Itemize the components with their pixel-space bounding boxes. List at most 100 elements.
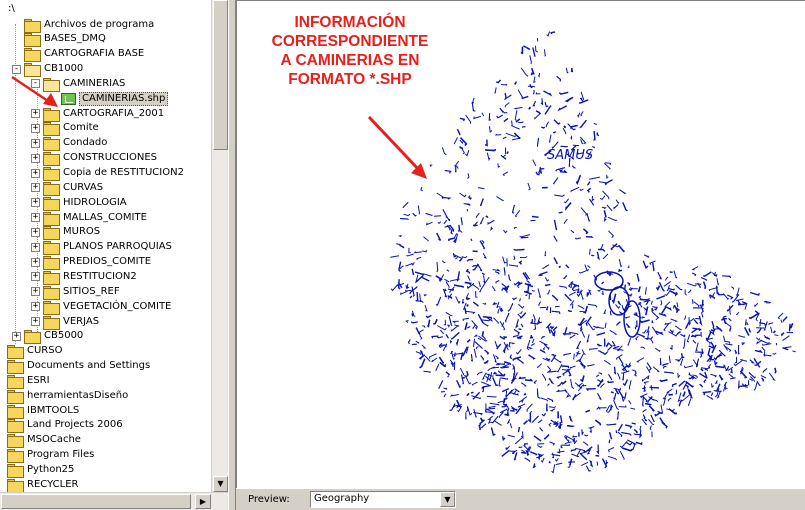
road-segment xyxy=(540,98,544,106)
tree-horizontal-scroll-thumb[interactable] xyxy=(1,494,191,509)
expand-plus-icon[interactable]: + xyxy=(31,272,40,282)
tree-item[interactable]: + VERJAS xyxy=(31,314,101,330)
expand-plus-icon[interactable]: + xyxy=(31,302,40,312)
road-segment xyxy=(568,461,575,463)
expand-plus-icon[interactable]: + xyxy=(31,227,40,237)
expand-plus-icon[interactable]: + xyxy=(31,317,40,326)
expand-plus-icon[interactable]: + xyxy=(31,257,40,267)
expand-plus-icon[interactable]: + xyxy=(31,242,40,252)
expand-plus-icon[interactable]: + xyxy=(31,123,40,133)
tree-item[interactable]: + PLANOS PARROQUIAS xyxy=(31,240,174,256)
road-segment xyxy=(486,395,497,398)
road-segment xyxy=(513,328,521,335)
tree-item[interactable]: IBMTOOLS xyxy=(7,403,81,419)
road-segment xyxy=(478,187,485,190)
tree-item[interactable]: Program Files xyxy=(7,448,96,464)
road-segment xyxy=(581,461,589,466)
road-segment xyxy=(429,353,437,359)
scroll-right-arrow-icon[interactable]: ▶ xyxy=(195,494,211,509)
tree-item[interactable]: - CAMINERIAS xyxy=(31,76,127,92)
tree-item[interactable]: + SITIOS_REF xyxy=(31,284,122,300)
collapse-minus-icon[interactable]: - xyxy=(12,64,21,74)
tree-vertical-scroll-thumb[interactable] xyxy=(213,0,228,150)
tree-item[interactable]: + CARTOGRAFIA_2001 xyxy=(31,106,166,122)
scroll-down-arrow-icon[interactable]: ▼ xyxy=(213,476,228,492)
tree-item-label: CB5000 xyxy=(44,330,84,342)
road-segment xyxy=(408,339,411,345)
tree-item[interactable]: + HIDROLOGIA xyxy=(31,195,129,211)
tree-item[interactable]: + RESTITUCION2 xyxy=(31,269,139,285)
tree-item[interactable]: - CB1000 xyxy=(12,62,85,78)
expand-plus-icon[interactable]: + xyxy=(31,109,40,119)
expand-plus-icon[interactable]: + xyxy=(31,168,40,178)
road-segment xyxy=(763,351,766,357)
road-segment xyxy=(601,281,605,285)
tree-item[interactable]: + MALLAS_COMITE xyxy=(31,210,149,226)
tree-item[interactable]: BASES_DMQ xyxy=(24,32,108,48)
tree-item[interactable]: + Comite xyxy=(31,121,101,137)
road-segment xyxy=(640,346,646,349)
tree-horizontal-scrollbar[interactable]: ▶ xyxy=(0,492,228,510)
tree-item[interactable]: + CB5000 xyxy=(12,329,85,345)
tree-item[interactable]: + MUROS xyxy=(31,225,102,241)
expand-plus-icon[interactable]: + xyxy=(31,183,40,193)
annotation-line-2: CORRESPONDIENTE xyxy=(271,33,429,50)
tree-item[interactable]: + PREDIOS_COMITE xyxy=(31,255,153,271)
tree-item-label: CONSTRUCCIONES xyxy=(63,152,157,164)
tree-item[interactable]: + Copia de RESTITUCION2 xyxy=(31,166,186,181)
tree-item[interactable]: + Condado xyxy=(31,136,109,152)
road-segment xyxy=(520,236,529,239)
road-segment xyxy=(636,273,640,283)
preview-type-value: Geography xyxy=(314,493,370,504)
tree-item[interactable]: herramientasDiseño xyxy=(7,388,130,404)
tree-item[interactable]: ESRI xyxy=(7,373,52,389)
expand-plus-icon[interactable]: + xyxy=(31,198,40,208)
pane-splitter[interactable] xyxy=(228,0,236,510)
tree-vertical-scrollbar[interactable]: ▼ xyxy=(211,0,228,492)
tree-item[interactable]: MSOCache xyxy=(7,433,83,449)
expand-plus-icon[interactable]: + xyxy=(31,153,40,163)
tree-item[interactable]: + CURVAS xyxy=(31,180,105,196)
tree-item[interactable]: CURSO xyxy=(7,344,64,360)
road-segment xyxy=(780,319,783,323)
road-segment xyxy=(631,422,636,425)
tree-item[interactable]: + CONSTRUCCIONES xyxy=(31,151,159,167)
tree-item[interactable]: + VEGETACIÓN_COMITE xyxy=(31,299,173,315)
road-segment xyxy=(449,340,453,344)
tree-root[interactable]: :\ xyxy=(6,1,17,16)
collapse-minus-icon[interactable]: - xyxy=(31,79,40,89)
road-segment xyxy=(396,243,401,246)
expand-plus-icon[interactable]: + xyxy=(31,138,40,148)
road-segment xyxy=(553,219,558,231)
road-segment xyxy=(471,381,478,386)
road-segment xyxy=(652,306,656,309)
road-segment xyxy=(404,289,412,292)
tree-item-label: MSOCache xyxy=(27,434,81,446)
road-segment xyxy=(478,281,482,287)
preview-type-select[interactable]: Geography ▼ xyxy=(310,491,456,508)
tree-item[interactable]: CAMINERIAS.shp xyxy=(61,91,169,106)
road-segment xyxy=(482,252,487,259)
road-segment xyxy=(666,285,670,291)
road-segment xyxy=(519,310,523,314)
road-segment xyxy=(480,417,484,423)
tree-item[interactable]: Archivos de programa xyxy=(24,17,156,33)
folder-icon xyxy=(7,419,24,434)
road-segment xyxy=(553,423,559,425)
road-segment xyxy=(494,340,498,348)
tree-item-label: Documents and Settings xyxy=(27,360,151,372)
dropdown-arrow-icon[interactable]: ▼ xyxy=(440,492,455,507)
tree-item[interactable]: RECYCLER xyxy=(7,477,80,492)
road-segment xyxy=(762,343,772,346)
expand-plus-icon[interactable]: + xyxy=(31,287,40,297)
road-segment xyxy=(568,415,573,423)
road-segment xyxy=(471,264,477,267)
tree-item[interactable]: Documents and Settings xyxy=(7,359,152,375)
expand-plus-icon[interactable]: + xyxy=(31,213,40,223)
road-segment xyxy=(668,393,673,396)
expand-plus-icon[interactable]: + xyxy=(12,331,21,341)
tree-item[interactable]: Land Projects 2006 xyxy=(7,418,125,434)
tree-item[interactable]: CARTOGRAFIA BASE xyxy=(24,47,146,63)
tree-item[interactable]: Python25 xyxy=(7,463,76,478)
road-segment xyxy=(435,363,440,372)
